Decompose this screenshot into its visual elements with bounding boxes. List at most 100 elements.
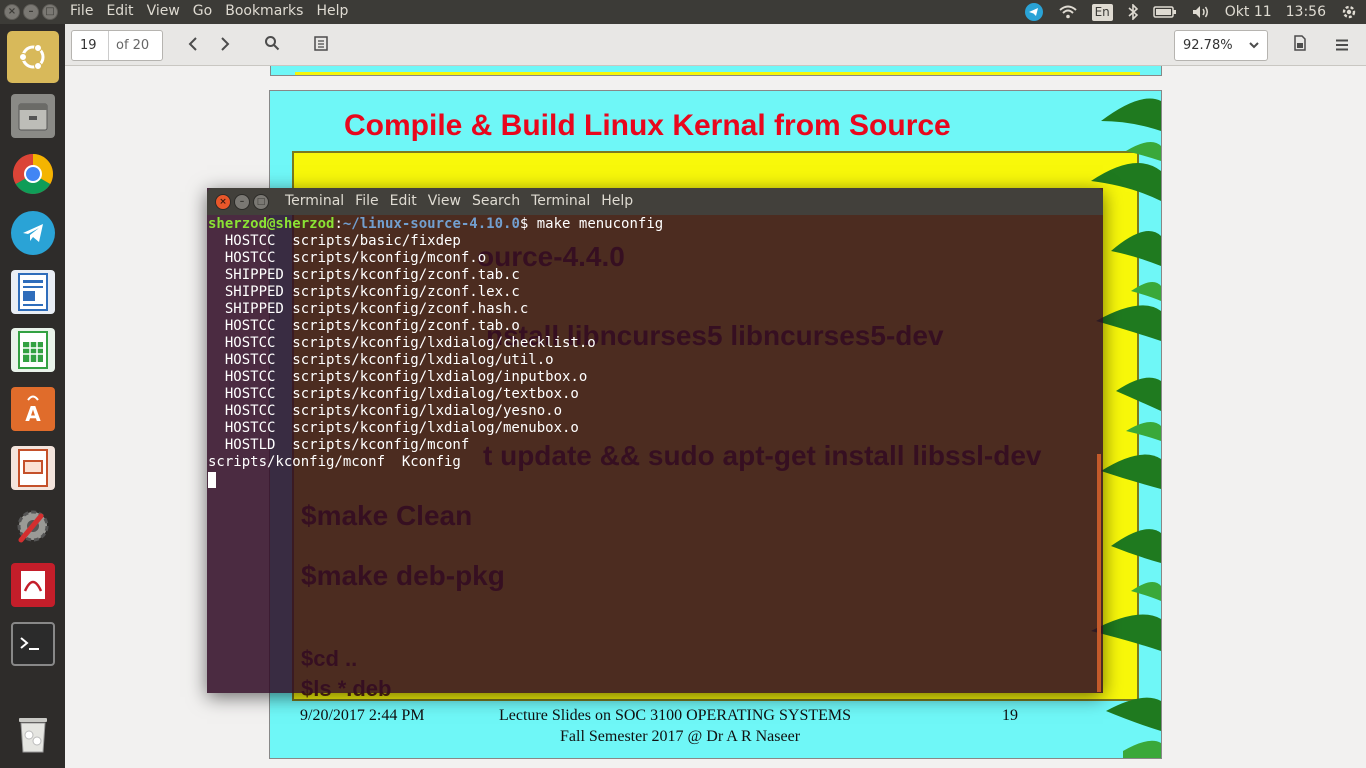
slide-footer-number: 19 [1002,707,1018,724]
terminal-menu-view[interactable]: View [428,193,461,209]
terminal-output-line: HOSTCC scripts/kconfig/lxdialog/util.o [208,352,554,368]
prompt-user: sherzod@sherzod [208,216,335,232]
keyboard-layout-indicator[interactable]: En [1091,3,1113,21]
slide-title: Compile & Build Linux Kernal from Source [344,109,951,142]
terminal-window[interactable]: × – □ Terminal File Edit View Search Ter… [207,188,1103,693]
launcher-item-impress[interactable] [7,442,59,494]
search-icon [264,35,280,55]
window-controls: × – □ [4,4,58,20]
slide-footer-lecture: Lecture Slides on SOC 3100 OPERATING SYS… [499,707,852,724]
terminal-output-line: HOSTLD scripts/kconfig/mconf [208,437,470,453]
terminal-menu-edit[interactable]: Edit [390,193,417,209]
menu-help[interactable]: Help [316,3,348,19]
launcher-item-document-viewer[interactable] [7,559,59,611]
previous-page-button[interactable] [178,30,208,60]
system-tray: En Okt 11 13:56 [1024,2,1358,22]
page-number-input[interactable]: 19 [72,38,108,53]
terminal-output-line: HOSTCC scripts/kconfig/lxdialog/yesno.o [208,403,563,419]
app-menubar: File Edit View Go Bookmarks Help [70,3,348,19]
bluetooth-icon[interactable] [1127,4,1139,20]
close-icon[interactable]: × [215,194,231,210]
menu-button[interactable] [1327,30,1357,60]
terminal-menu-file[interactable]: File [355,193,378,209]
chevron-right-icon [220,36,230,55]
terminal-output-line: HOSTCC scripts/kconfig/lxdialog/checklis… [208,335,596,351]
telegram-icon [11,211,55,255]
next-page-button[interactable] [210,30,240,60]
terminal-scrollbar[interactable] [1097,454,1101,692]
annotations-button[interactable] [306,30,336,60]
find-button[interactable] [257,30,287,60]
slide-footer-date: 9/20/2017 2:44 PM [300,707,425,724]
terminal-output-line: SHIPPED scripts/kconfig/zconf.tab.c [208,267,520,283]
ubuntu-logo-icon [11,35,55,79]
terminal-output[interactable]: sherzod@sherzod:~/linux-source-4.10.0$ m… [208,216,1102,692]
terminal-menu-help[interactable]: Help [601,193,633,209]
previous-page-edge [270,66,1162,76]
launcher: A [0,24,65,768]
wifi-icon[interactable] [1058,4,1078,20]
launcher-item-writer[interactable] [7,266,59,318]
launcher-item-terminal[interactable] [7,618,59,670]
document-properties-button[interactable] [1285,30,1315,60]
launcher-item-trash[interactable] [7,709,59,761]
terminal-output-line: HOSTCC scripts/kconfig/zconf.tab.o [208,318,520,334]
document-icon [1293,35,1307,55]
terminal-output-line: scripts/kconfig/mconf Kconfig [208,454,461,470]
terminal-menu-terminal[interactable]: Terminal [531,193,590,209]
spreadsheet-icon [11,328,55,372]
maximize-icon[interactable]: □ [42,4,58,20]
page-selector: 19 of 20 [71,30,163,61]
pdf-viewer-icon [11,563,55,607]
maximize-icon[interactable]: □ [253,194,269,210]
chevron-down-icon [1249,38,1259,53]
launcher-item-dash[interactable] [7,31,59,83]
close-icon[interactable]: × [4,4,20,20]
terminal-window-controls: × – □ [215,194,269,210]
terminal-output-line: HOSTCC scripts/kconfig/lxdialog/inputbox… [208,369,588,385]
wrench-gear-icon [11,504,55,548]
page-total-label: of 20 [116,38,150,53]
battery-icon[interactable] [1153,5,1177,19]
zoom-value: 92.78% [1183,38,1233,53]
hamburger-icon [1335,36,1349,55]
viewer-toolbar: 19 of 20 92.78% [65,24,1366,66]
terminal-app-title: Terminal [285,193,345,209]
menu-go[interactable]: Go [193,3,212,19]
prompt-command: $ make menuconfig [519,216,664,232]
date-label[interactable]: Okt 11 [1225,4,1272,20]
launcher-item-chrome[interactable] [7,148,59,200]
launcher-item-files[interactable] [7,90,59,142]
launcher-item-calc[interactable] [7,324,59,376]
chevron-left-icon [188,36,198,55]
menu-bookmarks[interactable]: Bookmarks [225,3,303,19]
terminal-output-lines: HOSTCC scripts/basic/fixdep HOSTCC scrip… [208,233,1102,471]
terminal-prompt-line: sherzod@sherzod:~/linux-source-4.10.0$ m… [208,216,664,232]
launcher-item-telegram[interactable] [7,207,59,259]
zoom-select[interactable]: 92.78% [1174,30,1268,61]
terminal-titlebar[interactable]: × – □ Terminal File Edit View Search Ter… [207,188,1103,215]
terminal-output-line: HOSTCC scripts/basic/fixdep [208,233,461,249]
menu-view[interactable]: View [147,3,180,19]
prompt-path: ~/linux-source-4.10.0 [342,216,520,232]
svg-text:A: A [25,402,41,426]
document-writer-icon [11,270,55,314]
terminal-output-line: HOSTCC scripts/kconfig/lxdialog/textbox.… [208,386,579,402]
menu-edit[interactable]: Edit [106,3,133,19]
terminal-cursor-line [208,471,1102,488]
terminal-output-line: SHIPPED scripts/kconfig/zconf.hash.c [208,301,529,317]
clock-label[interactable]: 13:56 [1286,4,1326,20]
terminal-menubar: Terminal File Edit View Search Terminal … [285,193,633,209]
gear-icon[interactable] [1340,3,1358,21]
terminal-menu-search[interactable]: Search [472,193,520,209]
volume-icon[interactable] [1191,4,1211,20]
menu-file[interactable]: File [70,3,93,19]
minimize-icon[interactable]: – [234,194,250,210]
launcher-item-settings[interactable] [7,500,59,552]
chrome-icon [11,152,55,196]
launcher-item-software-center[interactable]: A [7,383,59,435]
text-cursor [208,472,216,488]
top-panel: × – □ File Edit View Go Bookmarks Help E… [0,0,1366,24]
minimize-icon[interactable]: – [23,4,39,20]
telegram-tray-icon[interactable] [1024,2,1044,22]
